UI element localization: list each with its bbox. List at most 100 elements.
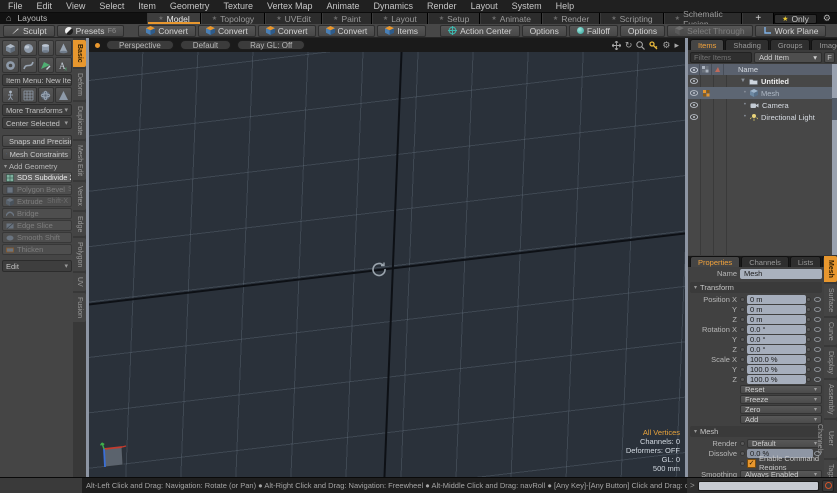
- tab-images[interactable]: Images: [811, 39, 837, 50]
- tab-lists[interactable]: Lists: [790, 256, 821, 267]
- eye-icon[interactable]: [813, 357, 822, 362]
- gear-icon[interactable]: ⚙: [662, 40, 670, 51]
- sculpt-button[interactable]: Sculpt: [3, 25, 55, 37]
- item-row-mesh[interactable]: • Mesh: [688, 87, 837, 99]
- freeze-dropdown-button[interactable]: Freeze▾: [740, 395, 822, 404]
- viewport-menu-dot-icon[interactable]: [95, 43, 100, 48]
- menu-dynamics[interactable]: Dynamics: [374, 1, 414, 11]
- convert-button-2[interactable]: Convert: [198, 25, 256, 37]
- shading-style-pill[interactable]: Default: [180, 40, 231, 50]
- macro-record-button[interactable]: [822, 480, 834, 492]
- cube-tool-button[interactable]: [2, 40, 19, 56]
- convert-button-4[interactable]: Convert: [318, 25, 376, 37]
- rotation-x-field[interactable]: 0.0 °: [747, 325, 806, 334]
- add-geometry-header[interactable]: ▾ Add Geometry: [2, 161, 72, 171]
- eye-icon[interactable]: [813, 377, 822, 382]
- tab-mesh-edit[interactable]: Mesh Edit: [73, 141, 86, 180]
- pan-icon[interactable]: [612, 41, 621, 50]
- layouts-button[interactable]: Layouts: [17, 13, 87, 24]
- tab-channels[interactable]: Channels: [741, 256, 789, 267]
- center-selected-dropdown[interactable]: Center Selected ▾: [2, 117, 72, 129]
- more-transforms-dropdown[interactable]: More Transforms ▾: [2, 104, 72, 116]
- filter-options-button[interactable]: F: [824, 52, 835, 63]
- item-menu-dropdown[interactable]: Item Menu: New Item ▾: [2, 74, 72, 86]
- home-icon[interactable]: ⌂: [0, 13, 17, 24]
- extrude-button[interactable]: Extrude Shift-X: [2, 196, 72, 207]
- tab-model[interactable]: ★Model: [147, 13, 201, 24]
- cylinder-tool-button[interactable]: [38, 40, 55, 56]
- convert-button-1[interactable]: Convert: [138, 25, 196, 37]
- tab-layout[interactable]: ★Layout: [372, 13, 428, 24]
- falloff-button[interactable]: Falloff: [569, 25, 618, 37]
- menu-system[interactable]: System: [512, 1, 542, 11]
- eye-icon[interactable]: [813, 307, 822, 312]
- polygon-bevel-button[interactable]: Polygon Bevel Shift-B: [2, 184, 72, 195]
- mesh-section-header[interactable]: ▾ Mesh: [690, 426, 822, 437]
- tab-edge[interactable]: Edge: [73, 212, 86, 236]
- tab-vertex[interactable]: Vertex: [73, 182, 86, 210]
- thicken-button[interactable]: Thicken: [2, 244, 72, 255]
- select-through-button[interactable]: Select Through: [667, 25, 753, 37]
- only-favourites-button[interactable]: ★ Only: [774, 14, 817, 24]
- tab-display[interactable]: Display: [824, 347, 837, 378]
- cone-tool-button[interactable]: [55, 40, 72, 56]
- tab-assembly[interactable]: Assembly: [824, 380, 837, 418]
- menu-file[interactable]: File: [8, 1, 23, 11]
- tab-properties[interactable]: Properties: [690, 256, 740, 267]
- gear-icon[interactable]: ⚙: [823, 13, 831, 24]
- rotate-view-icon[interactable]: ↻: [625, 40, 633, 51]
- tab-paint[interactable]: ★Paint: [322, 13, 372, 24]
- tab-surface[interactable]: Surface: [824, 284, 837, 316]
- items-mode-button[interactable]: Items: [377, 25, 426, 37]
- item-row-camera[interactable]: • Camera: [688, 99, 837, 111]
- eye-icon[interactable]: [688, 111, 700, 123]
- tab-render[interactable]: ★Render: [542, 13, 600, 24]
- mesh-constraints-button[interactable]: Mesh Constraints: [2, 148, 72, 160]
- render-dropdown[interactable]: Default▾: [747, 439, 822, 448]
- tab-uv[interactable]: UV: [73, 273, 86, 291]
- falloff-options-button[interactable]: Options: [620, 25, 665, 37]
- zoom-icon[interactable]: [636, 41, 645, 50]
- expand-arrow-icon[interactable]: ▸: [674, 40, 679, 51]
- tab-schematic-fusion[interactable]: ★Schematic Fusion: [664, 13, 743, 24]
- menu-select[interactable]: Select: [99, 1, 124, 11]
- key-icon[interactable]: [649, 41, 658, 50]
- item-list-scrollbar[interactable]: [832, 64, 837, 255]
- tab-basic[interactable]: Basic: [73, 40, 86, 67]
- presets-button[interactable]: Presets F6: [57, 25, 125, 37]
- torus-tool-button[interactable]: [2, 57, 19, 73]
- raygl-pill[interactable]: Ray GL: Off: [237, 40, 305, 50]
- tab-setup[interactable]: ★Setup: [428, 13, 481, 24]
- tab-fusion[interactable]: Fusion: [73, 293, 86, 322]
- falloff-cone-tool-button[interactable]: [55, 87, 72, 103]
- tab-uvedit[interactable]: ★UVEdit: [265, 13, 322, 24]
- action-center-options-button[interactable]: Options: [522, 25, 567, 37]
- menu-edit[interactable]: Edit: [37, 1, 53, 11]
- filter-items-input[interactable]: [690, 52, 752, 63]
- skeleton-tool-button[interactable]: [2, 87, 19, 103]
- eye-icon[interactable]: [813, 297, 822, 302]
- bridge-button[interactable]: Bridge: [2, 208, 72, 219]
- tab-topology[interactable]: ★Topology: [201, 13, 265, 24]
- snaps-precision-button[interactable]: Snaps and Precision: [2, 135, 72, 147]
- convert-button-3[interactable]: Convert: [258, 25, 316, 37]
- scrollbar-thumb[interactable]: [832, 98, 837, 120]
- menu-geometry[interactable]: Geometry: [170, 1, 210, 11]
- position-x-field[interactable]: 0 m: [747, 295, 806, 304]
- item-row-untitled[interactable]: ▼ Untitled: [688, 75, 837, 87]
- scale-y-field[interactable]: 100.0 %: [747, 365, 806, 374]
- sds-subdivide-button[interactable]: SDS Subdivide 2X: [2, 172, 72, 183]
- eye-icon[interactable]: [688, 99, 700, 111]
- menu-layout[interactable]: Layout: [471, 1, 498, 11]
- eye-icon[interactable]: [813, 317, 822, 322]
- enable-command-regions-checkbox[interactable]: ✓: [747, 459, 756, 468]
- item-row-directional-light[interactable]: • Directional Light: [688, 111, 837, 123]
- tab-duplicate[interactable]: Duplicate: [73, 102, 86, 139]
- item-name-field[interactable]: Mesh: [740, 269, 822, 279]
- transform-section-header[interactable]: ▾ Transform: [690, 282, 822, 293]
- curve-tool-button[interactable]: [20, 57, 37, 73]
- rotation-y-field[interactable]: 0.0 °: [747, 335, 806, 344]
- menu-render[interactable]: Render: [427, 1, 457, 11]
- sphere-tool-button[interactable]: [20, 40, 37, 56]
- tab-items[interactable]: Items: [690, 39, 724, 50]
